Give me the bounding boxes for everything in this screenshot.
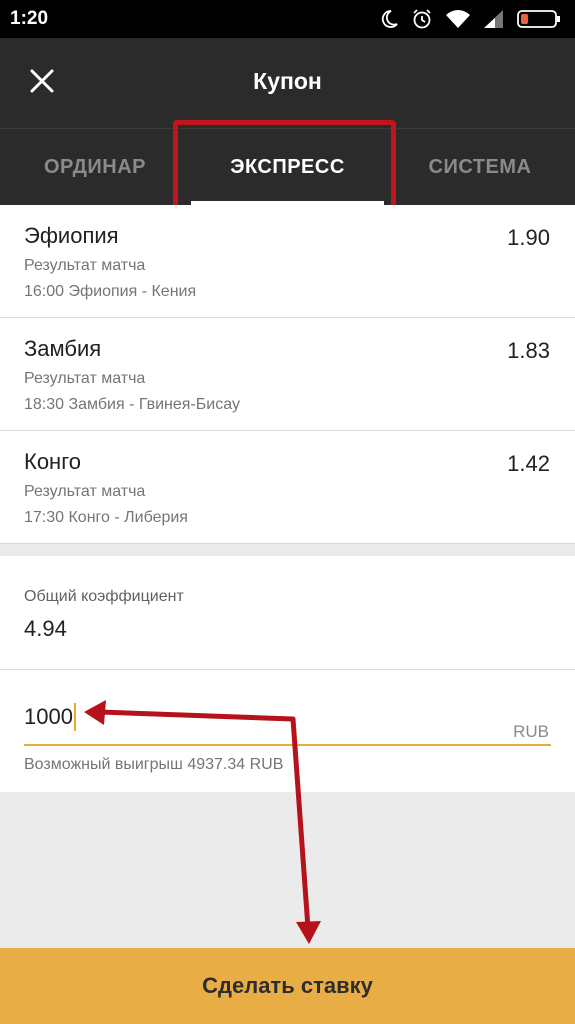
bet-item[interactable]: Эфиопия 1.90 Результат матча 16:00 Эфиоп… bbox=[0, 205, 575, 318]
bet-event: 17:30 Конго - Либерия bbox=[24, 509, 188, 526]
bet-market: Результат матча bbox=[24, 257, 146, 274]
total-odds-value: 4.94 bbox=[24, 616, 67, 641]
battery-icon bbox=[517, 10, 561, 28]
status-time: 1:20 bbox=[10, 8, 49, 29]
bet-market: Результат матча bbox=[24, 370, 146, 387]
bet-name: Эфиопия bbox=[24, 223, 119, 248]
stake-input[interactable] bbox=[24, 700, 494, 734]
bet-market: Результат матча bbox=[24, 483, 146, 500]
stake-currency: RUB bbox=[513, 722, 549, 741]
status-bar: 1:20 bbox=[0, 0, 575, 38]
alarm-icon bbox=[411, 8, 433, 30]
bet-item[interactable]: Замбия 1.83 Результат матча 18:30 Замбия… bbox=[0, 318, 575, 431]
bet-item[interactable]: Конго 1.42 Результат матча 17:30 Конго -… bbox=[0, 431, 575, 544]
stake-card: RUB Возможный выигрыш 4937.34 RUB bbox=[0, 670, 575, 792]
text-cursor bbox=[74, 703, 76, 731]
tab-system[interactable]: СИСТЕМА bbox=[385, 129, 575, 206]
bet-event: 18:30 Замбия - Гвинея-Бисау bbox=[24, 396, 240, 413]
bet-event: 16:00 Эфиопия - Кения bbox=[24, 283, 197, 300]
tab-bar: ОРДИНАР ЭКСПРЕСС СИСТЕМА bbox=[0, 128, 575, 205]
tab-ordinar[interactable]: ОРДИНАР bbox=[0, 129, 190, 206]
signal-icon bbox=[483, 9, 505, 29]
total-odds-card: Общий коэффициент 4.94 bbox=[0, 556, 575, 670]
tab-express[interactable]: ЭКСПРЕСС bbox=[190, 129, 385, 206]
status-icons bbox=[379, 8, 561, 30]
bet-list: Эфиопия 1.90 Результат матча 16:00 Эфиоп… bbox=[0, 205, 575, 544]
app-bar: Купон bbox=[0, 38, 575, 128]
bet-name: Замбия bbox=[24, 336, 102, 361]
possible-winnings: Возможный выигрыш 4937.34 RUB bbox=[24, 756, 284, 773]
moon-icon bbox=[379, 9, 399, 29]
total-odds-label: Общий коэффициент bbox=[24, 588, 184, 605]
page-title: Купон bbox=[253, 68, 322, 94]
stake-underline bbox=[24, 744, 551, 746]
bet-odds: 1.90 bbox=[507, 225, 550, 250]
wifi-icon bbox=[445, 9, 471, 29]
bet-name: Конго bbox=[24, 449, 81, 474]
bet-odds: 1.42 bbox=[507, 451, 550, 476]
place-bet-button[interactable]: Сделать ставку bbox=[0, 948, 575, 1024]
annotation-arrowhead-button bbox=[296, 921, 321, 944]
bet-odds: 1.83 bbox=[507, 338, 550, 363]
